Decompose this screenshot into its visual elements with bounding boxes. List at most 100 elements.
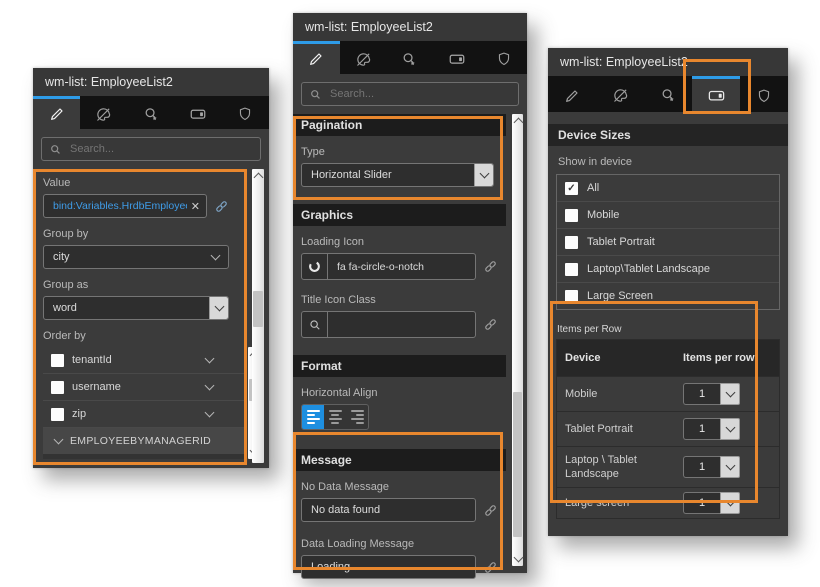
device-checkbox-row[interactable]: Tablet Portrait [557,229,779,256]
tab-security[interactable] [222,96,269,129]
row-device-label: Large screen [557,488,679,518]
items-per-row-table: Device Items per row Mobile 1 Tablet Por… [556,339,780,519]
group-by-label: Group by [43,228,229,240]
items-per-row-title: Items per Row [557,324,788,335]
magnifier-star-icon [660,87,677,104]
device-panel: wm-list: EmployeeList2 Device Sizes Show… [548,48,788,536]
align-right-button[interactable] [346,405,368,429]
align-left-button[interactable] [302,405,324,429]
search-icon [302,312,328,337]
chevron-down-icon[interactable] [205,381,215,391]
checkbox-checked[interactable]: ✓ [565,182,578,195]
tab-styles[interactable] [596,76,644,112]
tab-bar [293,41,527,74]
device-icon [707,86,726,105]
device-checkbox-row[interactable]: ✓ All [557,175,779,202]
tab-properties[interactable] [33,96,80,129]
group-as-select[interactable]: word [43,296,229,320]
chevron-down-icon[interactable] [205,354,215,364]
tab-properties[interactable] [548,76,596,112]
checkbox-unchecked[interactable] [565,236,578,249]
select-dropdown-button[interactable] [209,297,228,319]
checkbox-unchecked[interactable] [51,408,64,421]
device-option-label: Large Screen [587,290,653,302]
select-dropdown-button[interactable] [720,383,740,405]
order-item-row[interactable]: tenantId [43,347,247,374]
tab-styles[interactable] [80,96,127,129]
tab-device[interactable] [433,41,480,74]
scrollbar-thumb[interactable] [513,392,522,537]
select-dropdown-button[interactable] [720,456,740,478]
chevron-down-icon [214,302,224,312]
tab-styles[interactable] [340,41,387,74]
bind-link-icon[interactable] [483,503,498,518]
no-data-message-label: No Data Message [301,481,498,493]
graphics-section-header: Graphics [293,204,506,226]
bind-link-icon[interactable] [483,259,498,274]
bind-link-icon[interactable] [214,199,229,214]
horizontal-align-label: Horizontal Align [301,387,498,399]
panel-scrollbar[interactable] [512,114,523,566]
tab-search[interactable] [644,76,692,112]
tab-search[interactable] [127,96,174,129]
clear-icon[interactable]: ✕ [191,200,200,213]
items-per-row-select[interactable]: 1 [683,456,740,478]
items-per-row-select[interactable]: 1 [683,492,740,514]
device-checkbox-row[interactable]: Mobile [557,202,779,229]
tab-security[interactable] [740,76,788,112]
tab-properties[interactable] [293,41,340,74]
tab-device[interactable] [175,96,222,129]
pagination-type-value: Horizontal Slider [311,169,392,181]
order-item-row[interactable]: username [43,374,247,401]
table-row: Tablet Portrait 1 [557,411,779,446]
bind-link-icon[interactable] [483,560,498,575]
pagination-type-select[interactable]: Horizontal Slider [301,163,494,187]
scroll-up-arrow[interactable] [514,118,524,128]
properties-panel-2: wm-list: EmployeeList2 Pagination Type [293,13,527,573]
loading-icon-value: fa fa-circle-o-notch [328,261,424,273]
order-item-row[interactable]: zip [43,401,247,428]
device-checkbox-row[interactable]: Laptop\Tablet Landscape [557,256,779,283]
chevron-down-icon[interactable] [205,408,215,418]
properties-scroll-area: Value bind:Variables.HrdbEmployeeData1.d… [33,169,269,465]
checkbox-unchecked[interactable] [565,290,578,303]
data-loading-message-field[interactable]: Loading... [301,555,476,579]
select-value: 1 [683,492,720,514]
related-field-row[interactable]: EMPLOYEEBYMANAGERID [43,428,247,454]
bind-link-icon[interactable] [483,317,498,332]
tab-bar [33,96,269,129]
related-field-label: EMPLOYEEBYMANAGERID [70,435,211,447]
panel-scrollbar[interactable] [252,169,264,463]
items-per-row-select[interactable]: 1 [683,383,740,405]
no-data-message-field[interactable]: No data found [301,498,476,522]
scrollbar-thumb[interactable] [253,291,263,327]
items-per-row-select[interactable]: 1 [683,418,740,440]
value-field[interactable]: bind:Variables.HrdbEmployeeData1.dat ✕ [43,194,207,218]
tab-security[interactable] [480,41,527,74]
search-input[interactable] [68,142,253,156]
align-center-button[interactable] [324,405,346,429]
tab-device[interactable] [692,76,740,112]
list-footer-strip [43,454,247,459]
chevron-down-icon [479,169,489,179]
checkbox-unchecked[interactable] [51,381,64,394]
checkbox-unchecked[interactable] [51,354,64,367]
scroll-down-arrow[interactable] [514,553,524,563]
bind-expression: bind:Variables.HrdbEmployeeData1.dat [53,200,187,212]
select-dropdown-button[interactable] [720,418,740,440]
title-icon-class-field[interactable] [301,311,476,338]
tab-search[interactable] [387,41,434,74]
checkbox-unchecked[interactable] [565,263,578,276]
loading-icon-field[interactable]: fa fa-circle-o-notch [301,253,476,280]
group-as-label: Group as [43,279,229,291]
select-dropdown-button[interactable] [474,164,493,186]
checkbox-unchecked[interactable] [565,209,578,222]
scroll-up-arrow[interactable] [254,173,264,183]
device-checkbox-row[interactable]: Large Screen [557,283,779,309]
loading-icon-label: Loading Icon [301,236,498,248]
group-by-select[interactable]: city [43,245,229,269]
panel-title: wm-list: EmployeeList2 [33,68,269,96]
group-as-value: word [53,302,77,314]
select-dropdown-button[interactable] [720,492,740,514]
search-input[interactable] [328,87,511,101]
